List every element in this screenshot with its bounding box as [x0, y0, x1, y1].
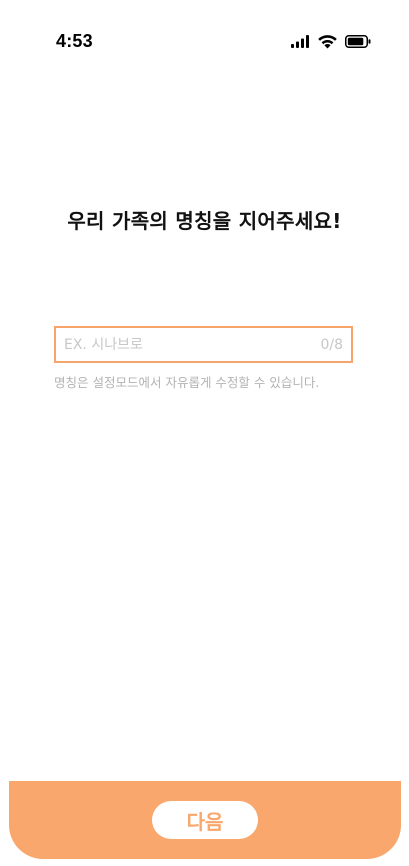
family-name-field: 0/8 — [54, 326, 353, 363]
character-counter: 0/8 — [320, 337, 343, 353]
battery-icon — [345, 35, 371, 48]
family-name-input[interactable] — [56, 328, 306, 361]
family-name-screen: 4:53 우리 가족의 명칭을 지어주세요! EX. 시나브로 0/8 명칭은 … — [0, 0, 409, 866]
status-bar: 4:53 — [0, 0, 409, 84]
status-time: 4:53 — [56, 31, 93, 51]
next-button[interactable]: 다음 — [152, 801, 258, 839]
cellular-signal-icon — [291, 35, 310, 48]
page-title: 우리 가족의 명칭을 지어주세요! — [67, 209, 342, 233]
bottom-action-bar: 다음 — [9, 781, 401, 859]
helper-text: 명칭은 설정모드에서 자유롭게 수정할 수 있습니다. — [54, 375, 320, 390]
status-icons — [291, 34, 371, 49]
wifi-icon — [317, 34, 338, 49]
